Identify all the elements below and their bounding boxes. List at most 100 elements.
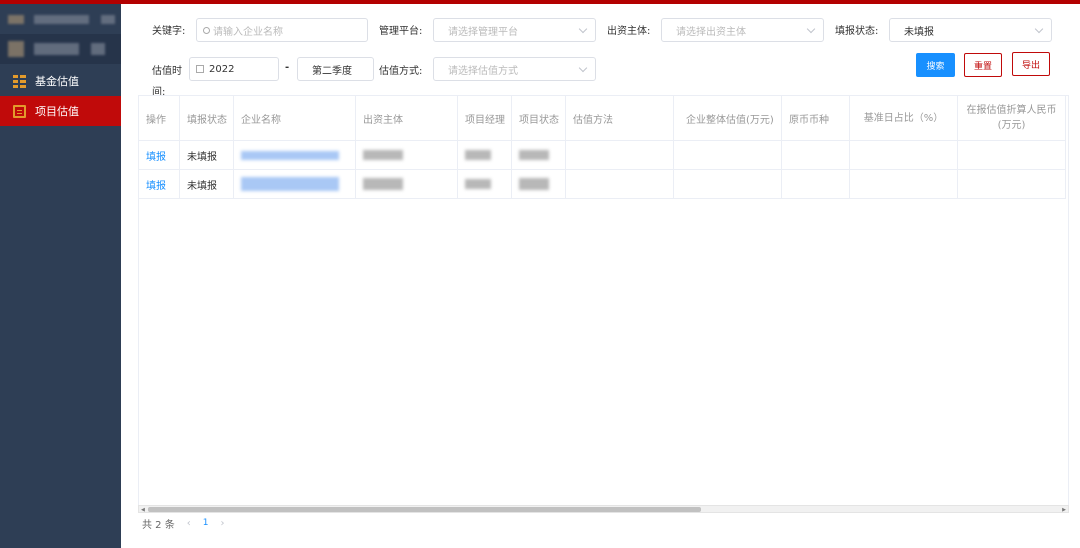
- investor-cell: [356, 170, 458, 198]
- action-cell: 填报: [139, 170, 180, 198]
- company-name-cell: [234, 170, 356, 198]
- manager-blurred: [465, 150, 491, 160]
- rmb-valuation-cell: [958, 170, 1066, 198]
- search-icon: [203, 26, 210, 34]
- investor-placeholder: 请选择出资主体: [676, 26, 746, 38]
- chevron-down-icon: [806, 24, 816, 34]
- status-value: 未填报: [904, 26, 934, 38]
- action-cell: 填报: [139, 141, 180, 169]
- sidebar-item-fund-valuation[interactable]: 基金估值: [0, 66, 121, 96]
- column-header: 原币币种: [782, 96, 850, 140]
- manager-cell: [458, 141, 512, 169]
- status-cell: 未填报: [180, 170, 234, 198]
- company-name-blurred[interactable]: [241, 177, 339, 191]
- column-header: 填报状态: [180, 96, 234, 140]
- project-status-cell: [512, 170, 566, 198]
- ratio-cell: [850, 141, 958, 169]
- investor-blurred: [363, 150, 403, 160]
- column-header: 项目经理: [458, 96, 512, 140]
- table-row: 填报 未填报: [139, 141, 1066, 170]
- document-icon: [13, 104, 26, 118]
- project-status-cell: [512, 141, 566, 169]
- sidebar-item-label: 基金估值: [35, 75, 79, 88]
- investor-cell: [356, 141, 458, 169]
- column-header: 操作: [139, 96, 180, 140]
- column-header: 项目状态: [512, 96, 566, 140]
- method-select[interactable]: 请选择估值方式: [433, 57, 596, 81]
- page-number[interactable]: 1: [203, 518, 209, 528]
- keyword-label: 关键字:: [152, 26, 186, 37]
- user-extra-blurred: [91, 43, 105, 55]
- column-header: 企业整体估值(万元): [674, 96, 782, 140]
- main-content: 关键字: 请输入企业名称 管理平台: 请选择管理平台 出资主体: 请选择出资主体…: [121, 4, 1080, 548]
- investor-select[interactable]: 请选择出资主体: [661, 18, 824, 42]
- prev-page-icon[interactable]: ‹: [187, 518, 191, 529]
- calendar-icon: [196, 65, 204, 73]
- scrollbar-thumb[interactable]: [148, 507, 701, 512]
- platform-placeholder: 请选择管理平台: [448, 26, 518, 38]
- sidebar: 基金估值 项目估值: [0, 4, 121, 548]
- scroll-right-arrow-icon[interactable]: ▶: [1062, 507, 1066, 513]
- app-title-blurred-2: [101, 14, 115, 24]
- overall-valuation-cell: [674, 141, 782, 169]
- chevron-down-icon: [578, 24, 588, 34]
- data-table: 操作 填报状态 企业名称 出资主体 项目经理 项目状态 估值方法 企业整体估值(…: [138, 95, 1069, 511]
- project-status-blurred: [519, 150, 549, 160]
- reset-button[interactable]: 重置: [964, 53, 1002, 77]
- table-header: 操作 填报状态 企业名称 出资主体 项目经理 项目状态 估值方法 企业整体估值(…: [139, 96, 1066, 141]
- keyword-input[interactable]: 请输入企业名称: [196, 18, 368, 42]
- chevron-down-icon: [578, 63, 588, 73]
- user-name-blurred: [34, 43, 79, 55]
- year-picker[interactable]: 2022: [189, 57, 279, 81]
- investor-label: 出资主体:: [607, 26, 651, 37]
- rmb-valuation-cell: [958, 141, 1066, 169]
- status-cell: 未填报: [180, 141, 234, 169]
- currency-cell: [782, 170, 850, 198]
- chevron-down-icon: [1034, 24, 1044, 34]
- project-status-blurred: [519, 178, 549, 190]
- fill-report-link[interactable]: 填报: [146, 148, 166, 163]
- total-count: 共 2 条: [142, 519, 175, 531]
- next-page-icon[interactable]: ›: [220, 518, 224, 529]
- status-label: 填报状态:: [835, 26, 879, 37]
- investor-blurred: [363, 178, 403, 190]
- status-select[interactable]: 未填报: [889, 18, 1052, 42]
- column-header: 出资主体: [356, 96, 458, 140]
- platform-select[interactable]: 请选择管理平台: [433, 18, 596, 42]
- fill-report-link[interactable]: 填报: [146, 177, 166, 192]
- keyword-placeholder: 请输入企业名称: [213, 26, 283, 38]
- horizontal-scrollbar[interactable]: ◀ ▶: [138, 505, 1069, 513]
- platform-label: 管理平台:: [379, 26, 423, 37]
- sidebar-item-project-valuation[interactable]: 项目估值: [0, 96, 121, 126]
- pagination: 共 2 条 ‹ 1 ›: [142, 516, 231, 531]
- company-name-blurred[interactable]: [241, 150, 339, 160]
- sidebar-item-label: 项目估值: [35, 105, 79, 118]
- search-button[interactable]: 搜索: [916, 53, 955, 77]
- logo-icon: [8, 14, 24, 24]
- sidebar-user: [0, 34, 121, 64]
- year-value: 2022: [209, 63, 235, 75]
- method-placeholder: 请选择估值方式: [448, 65, 518, 77]
- quarter-value: 第二季度: [312, 65, 352, 77]
- overall-valuation-cell: [674, 170, 782, 198]
- time-separator: -: [285, 62, 290, 73]
- method-label: 估值方式:: [379, 66, 423, 77]
- avatar: [8, 41, 24, 57]
- ratio-cell: [850, 170, 958, 198]
- export-button[interactable]: 导出: [1012, 52, 1050, 76]
- currency-cell: [782, 141, 850, 169]
- column-header: 估值方法: [566, 96, 674, 140]
- app-title-blurred: [34, 14, 89, 24]
- grid-icon: [13, 74, 26, 88]
- scroll-left-arrow-icon[interactable]: ◀: [141, 507, 145, 513]
- column-header: 基准日占比（%）: [850, 96, 958, 140]
- quarter-select[interactable]: 第二季度: [297, 57, 374, 81]
- valuation-method-cell: [566, 170, 674, 198]
- column-header: 企业名称: [234, 96, 356, 140]
- table-row: 填报 未填报: [139, 170, 1066, 199]
- column-header: 在报估值折算人民币(万元): [958, 96, 1066, 140]
- manager-cell: [458, 170, 512, 198]
- sidebar-header: [0, 4, 121, 34]
- manager-blurred: [465, 179, 491, 189]
- company-name-cell: [234, 141, 356, 169]
